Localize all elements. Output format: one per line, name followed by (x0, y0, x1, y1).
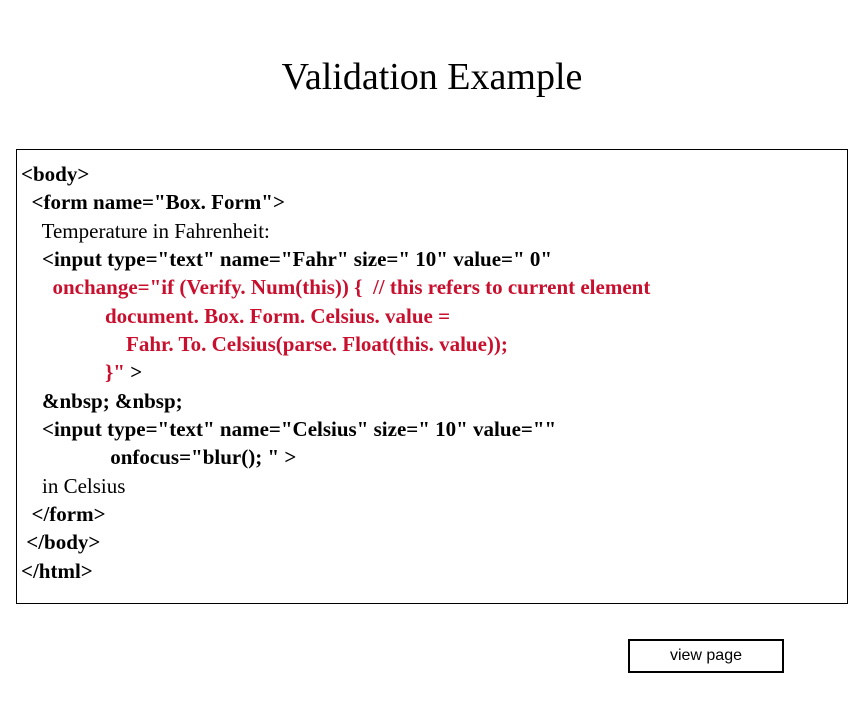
code-line: <body> (21, 160, 843, 188)
code-line: <form name="Box. Form"> (21, 188, 843, 216)
code-line: Temperature in Fahrenheit: (21, 217, 843, 245)
code-line-highlight: document. Box. Form. Celsius. value = (21, 302, 843, 330)
code-line: onfocus="blur(); " > (21, 443, 843, 471)
code-line: <input type="text" name="Celsius" size="… (21, 415, 843, 443)
code-line: </body> (21, 528, 843, 556)
code-box: <body> <form name="Box. Form"> Temperatu… (16, 149, 848, 604)
code-line-highlight: onchange="if (Verify. Num(this)) { // th… (21, 273, 843, 301)
code-line: }" > (21, 358, 843, 386)
code-line: </html> (21, 557, 843, 585)
code-line-highlight: Fahr. To. Celsius(parse. Float(this. val… (21, 330, 843, 358)
code-line: in Celsius (21, 472, 843, 500)
view-page-button[interactable]: view page (628, 639, 784, 673)
slide-title: Validation Example (0, 0, 864, 129)
code-line: &nbsp; &nbsp; (21, 387, 843, 415)
code-line: </form> (21, 500, 843, 528)
code-line: <input type="text" name="Fahr" size=" 10… (21, 245, 843, 273)
